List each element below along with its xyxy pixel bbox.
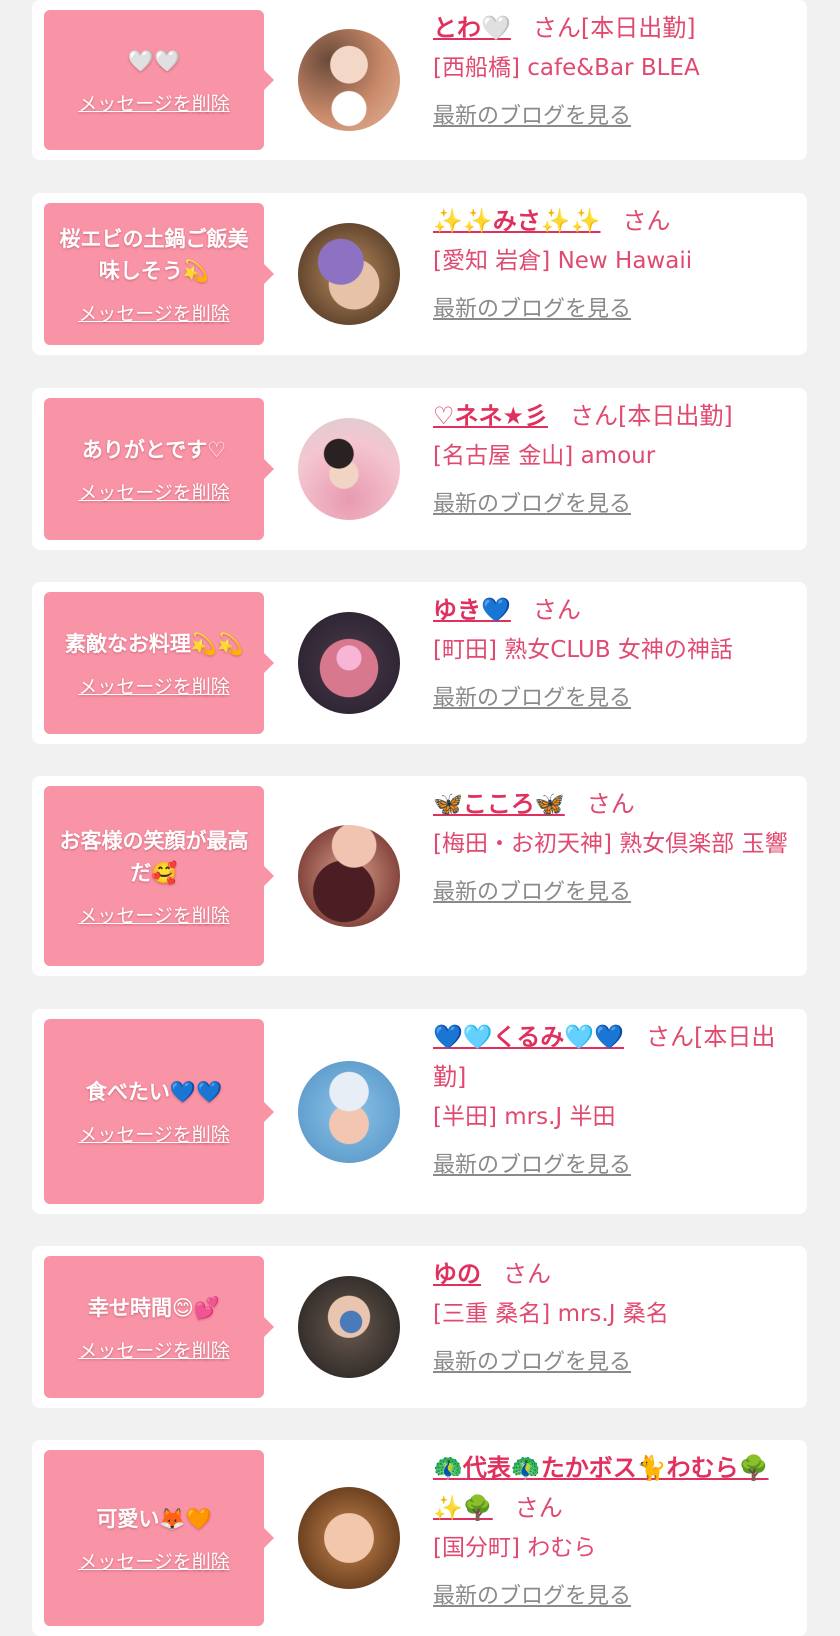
cast-info: ✨✨みさ✨✨ さん [愛知 岩倉] New Hawaii 最新のブログを見る	[433, 201, 797, 323]
shop-name: [国分町] わむら	[433, 1535, 597, 1561]
avatar[interactable]	[298, 223, 400, 325]
message-bubble: 素敵なお料理💫💫 メッセージを削除	[44, 592, 274, 734]
message-card: 🤍🤍 メッセージを削除 とわ🤍 さん[本日出勤] [西船橋] cafe&Bar B…	[32, 0, 807, 160]
cast-info: とわ🤍 さん[本日出勤] [西船橋] cafe&Bar BLEA 最新のブログを見…	[433, 8, 797, 130]
message-card: 食べたい💙💙 メッセージを削除 💙🩵くるみ🩵💙 さん[本日出勤] [半田] mrs…	[32, 1009, 807, 1214]
cast-info: 💙🩵くるみ🩵💙 さん[本日出勤] [半田] mrs.J 半田 最新のブログを見る	[433, 1017, 797, 1179]
honorific-status: さん	[503, 1260, 551, 1288]
cast-name-link[interactable]: 🦋こころ🦋	[433, 790, 565, 818]
avatar[interactable]	[298, 1487, 400, 1589]
avatar[interactable]	[298, 1060, 400, 1163]
cast-info: 🦚代表🦚たかボス🐈わむら🌳✨🌳 さん [国分町] わむら 最新のブログを見る	[433, 1448, 797, 1610]
cast-info: ♡ネネ★彡 さん[本日出勤] [名古屋 金山] amour 最新のブログを見る	[433, 396, 797, 518]
avatar[interactable]	[298, 1276, 400, 1378]
shop-name: [西船橋] cafe&Bar BLEA	[433, 55, 700, 81]
blog-link[interactable]: 最新のブログを見る	[433, 486, 631, 518]
cast-name-link[interactable]: 💙🩵くるみ🩵💙	[433, 1023, 624, 1051]
blog-link[interactable]: 最新のブログを見る	[433, 680, 631, 712]
message-text: 🤍🤍	[127, 48, 181, 73]
message-card: 幸せ時間😊💕 メッセージを削除 ゆの さん [三重 桑名] mrs.J 桑名 最新…	[32, 1246, 807, 1408]
message-card: 可愛い🦊🧡 メッセージを削除 🦚代表🦚たかボス🐈わむら🌳✨🌳 さん [国分町] わ…	[32, 1440, 807, 1636]
cast-name-link[interactable]: 🦚代表🦚たかボス🐈わむら🌳✨🌳	[433, 1454, 769, 1522]
cast-name-link[interactable]: ✨✨みさ✨✨	[433, 207, 601, 235]
message-bubble: 可愛い🦊🧡 メッセージを削除	[44, 1450, 274, 1626]
delete-message-link[interactable]: メッセージを削除	[78, 1120, 230, 1147]
shop-name: [町田] 熟女CLUB 女神の神話	[433, 637, 733, 663]
message-text: お客様の笑顔が最高だ🥰	[59, 828, 249, 885]
delete-message-link[interactable]: メッセージを削除	[78, 1336, 230, 1363]
blog-link[interactable]: 最新のブログを見る	[433, 1344, 631, 1376]
shop-name: [名古屋 金山] amour	[433, 443, 656, 469]
message-text: 桜エビの土鍋ご飯美味しそう💫	[59, 226, 249, 283]
shop-name: [梅田・お初天神] 熟女倶楽部 玉響	[433, 831, 788, 857]
message-card: 桜エビの土鍋ご飯美味しそう💫 メッセージを削除 ✨✨みさ✨✨ さん [愛知 岩倉]…	[32, 193, 807, 355]
message-bubble: 🤍🤍 メッセージを削除	[44, 10, 274, 150]
blog-link[interactable]: 最新のブログを見る	[433, 1147, 631, 1179]
delete-message-link[interactable]: メッセージを削除	[78, 299, 230, 326]
cast-name-link[interactable]: とわ🤍	[433, 14, 511, 42]
avatar[interactable]	[298, 825, 400, 927]
message-bubble: ありがとです♡ メッセージを削除	[44, 398, 274, 540]
cast-name-link[interactable]: ゆの	[433, 1260, 481, 1288]
cast-name-link[interactable]: ♡ネネ★彡	[433, 402, 548, 430]
message-bubble: 桜エビの土鍋ご飯美味しそう💫 メッセージを削除	[44, 203, 274, 345]
honorific-status: さん[本日出勤]	[570, 402, 733, 430]
message-bubble: 幸せ時間😊💕 メッセージを削除	[44, 1256, 274, 1398]
shop-name: [半田] mrs.J 半田	[433, 1104, 616, 1130]
delete-message-link[interactable]: メッセージを削除	[78, 478, 230, 505]
blog-link[interactable]: 最新のブログを見る	[433, 1578, 631, 1610]
shop-name: [三重 桑名] mrs.J 桑名	[433, 1301, 669, 1327]
shop-name: [愛知 岩倉] New Hawaii	[433, 248, 693, 274]
honorific-status: さん	[532, 596, 581, 624]
message-text: 素敵なお料理💫💫	[64, 631, 244, 656]
message-text: 可愛い🦊🧡	[96, 1506, 212, 1531]
message-card: 素敵なお料理💫💫 メッセージを削除 ゆき💙 さん [町田] 熟女CLUB 女神の神…	[32, 582, 807, 744]
avatar[interactable]	[298, 612, 400, 714]
message-bubble: お客様の笑顔が最高だ🥰 メッセージを削除	[44, 786, 274, 966]
blog-link[interactable]: 最新のブログを見る	[433, 874, 631, 906]
message-text: 食べたい💙💙	[85, 1080, 223, 1104]
honorific-status: さん	[514, 1494, 563, 1522]
delete-message-link[interactable]: メッセージを削除	[78, 89, 230, 116]
message-text: ありがとです♡	[81, 437, 227, 462]
honorific-status: さん[本日出勤]	[532, 14, 696, 42]
message-list: 🤍🤍 メッセージを削除 とわ🤍 さん[本日出勤] [西船橋] cafe&Bar B…	[0, 0, 840, 1636]
cast-info: ゆの さん [三重 桑名] mrs.J 桑名 最新のブログを見る	[433, 1254, 797, 1376]
blog-link[interactable]: 最新のブログを見る	[433, 291, 631, 323]
message-bubble: 食べたい💙💙 メッセージを削除	[44, 1019, 274, 1204]
honorific-status: さん	[622, 207, 671, 235]
avatar[interactable]	[298, 418, 400, 520]
message-card: お客様の笑顔が最高だ🥰 メッセージを削除 🦋こころ🦋 さん [梅田・お初天神] 熟…	[32, 776, 807, 976]
avatar[interactable]	[298, 29, 400, 131]
message-card: ありがとです♡ メッセージを削除 ♡ネネ★彡 さん[本日出勤] [名古屋 金山] …	[32, 388, 807, 550]
delete-message-link[interactable]: メッセージを削除	[78, 901, 230, 928]
cast-name-link[interactable]: ゆき💙	[433, 596, 511, 624]
cast-info: 🦋こころ🦋 さん [梅田・お初天神] 熟女倶楽部 玉響 最新のブログを見る	[433, 784, 797, 906]
blog-link[interactable]: 最新のブログを見る	[433, 98, 631, 130]
cast-info: ゆき💙 さん [町田] 熟女CLUB 女神の神話 最新のブログを見る	[433, 590, 797, 712]
delete-message-link[interactable]: メッセージを削除	[78, 1547, 230, 1574]
honorific-status: さん	[586, 790, 635, 818]
delete-message-link[interactable]: メッセージを削除	[78, 672, 230, 699]
message-text: 幸せ時間😊💕	[87, 1295, 221, 1320]
